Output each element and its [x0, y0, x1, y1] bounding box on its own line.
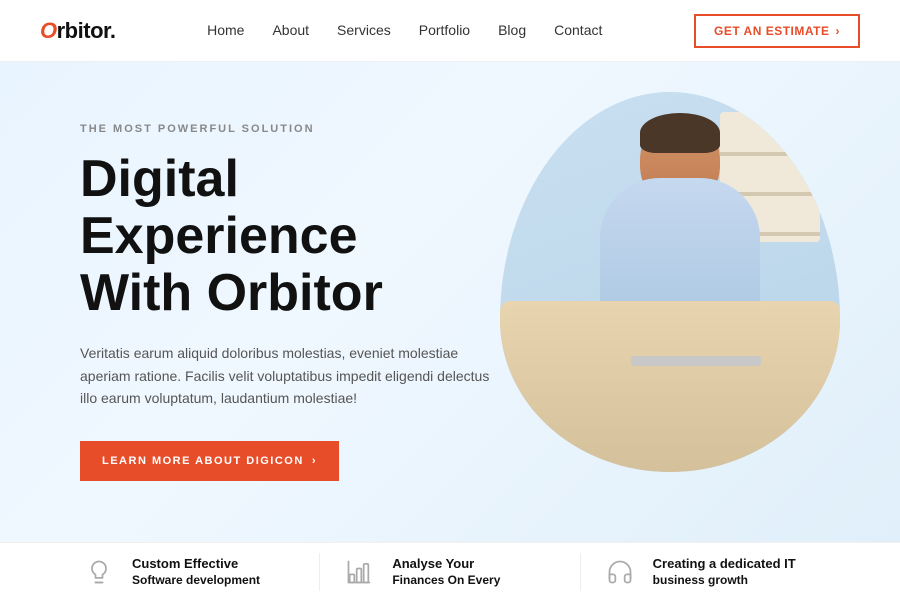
estimate-button[interactable]: GET AN ESTIMATE ›: [694, 14, 860, 48]
hero-person-illustration: [500, 92, 840, 472]
card-finances-text: Analyse Your Finances On Every: [392, 556, 500, 587]
nav-blog[interactable]: Blog: [498, 22, 526, 38]
headset-svg: [606, 558, 634, 586]
card-finances: Analyse Your Finances On Every: [320, 553, 580, 591]
laptop-illustration: [631, 356, 761, 366]
chart-icon: [340, 553, 378, 591]
nav-about[interactable]: About: [272, 22, 309, 38]
nav-services[interactable]: Services: [337, 22, 391, 38]
logo[interactable]: Orbitor.: [40, 18, 115, 44]
plant-decoration: [785, 122, 815, 152]
bulb-svg: [85, 558, 113, 586]
card-finances-title1: Analyse Your: [392, 556, 500, 573]
logo-icon: O: [40, 18, 57, 44]
learn-more-label: LEARN MORE ABOUT DIGICON: [102, 455, 304, 467]
card-it-text: Creating a dedicated IT business growth: [653, 556, 796, 587]
nav-home[interactable]: Home: [207, 22, 244, 38]
feature-cards: Custom Effective Software development An…: [0, 542, 900, 600]
hero-title: Digital Experience With Orbitor: [80, 151, 500, 323]
hero-image: [500, 92, 840, 472]
hero-title-line2: With Orbitor: [80, 264, 383, 322]
learn-more-button[interactable]: LEARN MORE ABOUT DIGICON ›: [80, 441, 339, 481]
card-software-text: Custom Effective Software development: [132, 556, 260, 587]
nav-portfolio[interactable]: Portfolio: [419, 22, 470, 38]
card-it-title2: business growth: [653, 573, 796, 587]
learn-more-arrow-icon: ›: [312, 455, 317, 467]
desk-area: [500, 301, 840, 472]
estimate-arrow-icon: ›: [836, 24, 841, 38]
estimate-label: GET AN ESTIMATE: [714, 24, 830, 38]
card-software-title1: Custom Effective: [132, 556, 260, 573]
hero-content: THE MOST POWERFUL SOLUTION Digital Exper…: [0, 123, 500, 482]
chart-svg: [345, 558, 373, 586]
hero-subtitle: THE MOST POWERFUL SOLUTION: [80, 123, 500, 135]
navbar: Orbitor. Home About Services Portfolio B…: [0, 0, 900, 62]
hero-section: THE MOST POWERFUL SOLUTION Digital Exper…: [0, 62, 900, 542]
bulb-icon: [80, 553, 118, 591]
hero-description: Veritatis earum aliquid doloribus molest…: [80, 342, 500, 409]
card-finances-title2: Finances On Every: [392, 573, 500, 587]
headset-icon: [601, 553, 639, 591]
nav-links: Home About Services Portfolio Blog Conta…: [207, 22, 602, 40]
hero-title-line1: Digital Experience: [80, 150, 358, 265]
card-it-title1: Creating a dedicated IT: [653, 556, 796, 573]
card-software-title2: Software development: [132, 573, 260, 587]
card-software: Custom Effective Software development: [60, 553, 320, 591]
person-hair: [640, 113, 720, 153]
nav-contact[interactable]: Contact: [554, 22, 602, 38]
card-it: Creating a dedicated IT business growth: [581, 553, 840, 591]
logo-text: rbitor.: [57, 18, 116, 44]
